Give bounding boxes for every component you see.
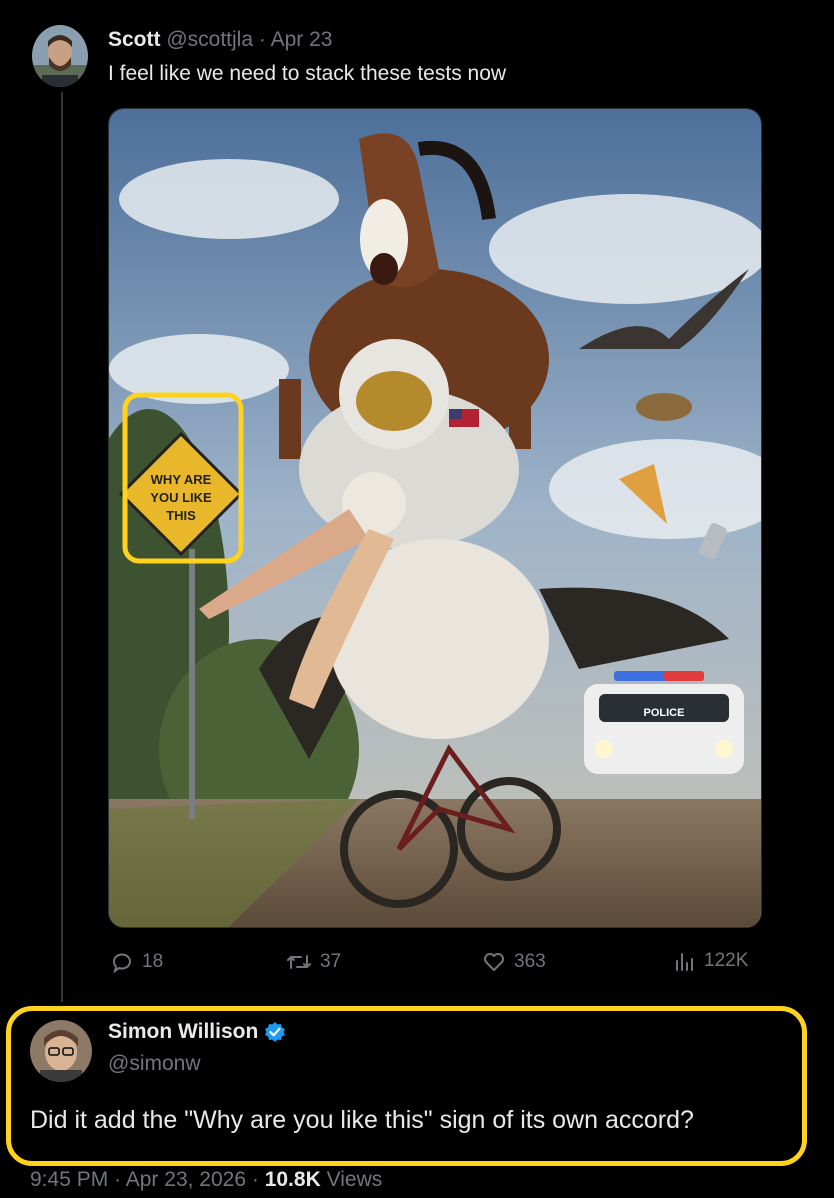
meta-separator: · (114, 1168, 122, 1191)
views-button[interactable]: 122K (674, 950, 748, 972)
separator: · (258, 28, 266, 51)
meta-separator-2: · (251, 1168, 259, 1191)
reply-author-handle[interactable]: @simonw (108, 1052, 201, 1076)
sign-line-2: YOU LIKE (150, 490, 212, 505)
reply-views-label: Views (326, 1168, 383, 1191)
like-button[interactable]: 363 (482, 950, 546, 974)
reply-icon (112, 953, 131, 974)
view-count: 122K (704, 950, 749, 971)
heart-icon (484, 953, 504, 971)
verified-badge-icon (265, 1022, 286, 1042)
author-handle[interactable]: @scottjla (166, 28, 253, 51)
reply-meta: 9:45 PM · Apr 23, 2026 · 10.8K Views (30, 1168, 382, 1192)
tweet-header: Scott @scottjla · Apr 23 (108, 28, 332, 52)
sign-line-3: THIS (166, 508, 196, 523)
reply-date[interactable]: Apr 23, 2026 (126, 1168, 246, 1191)
tweet-actions: 18 37 363 122K (108, 950, 760, 980)
reply-author-name[interactable]: Simon Willison (108, 1020, 258, 1044)
reply-button[interactable]: 18 (110, 950, 163, 974)
repost-count: 37 (320, 951, 342, 972)
police-car: POLICE (584, 671, 744, 774)
like-count: 363 (514, 951, 546, 972)
reply-count: 18 (142, 951, 164, 972)
hat (636, 393, 692, 421)
reply-text: Did it add the "Why are you like this" s… (30, 1106, 694, 1134)
simon-avatar[interactable] (30, 1020, 92, 1082)
tweet-text: I feel like we need to stack these tests… (108, 62, 507, 85)
scott-avatar[interactable] (32, 25, 88, 87)
reply-views-count: 10.8K (264, 1168, 321, 1191)
reply-author: Simon Willison (108, 1020, 286, 1044)
author-name[interactable]: Scott (108, 28, 161, 51)
repost-icon (287, 955, 311, 969)
sign-line-1: WHY ARE (151, 472, 212, 487)
thread-line (61, 92, 63, 1002)
tweet-image[interactable]: WHY ARE YOU LIKE THIS POLICE (108, 108, 762, 928)
tweet-date[interactable]: Apr 23 (271, 28, 333, 51)
repost-button[interactable]: 37 (286, 950, 341, 974)
analytics-icon (676, 953, 693, 971)
police-label: POLICE (644, 707, 685, 719)
reply-time[interactable]: 9:45 PM (30, 1168, 108, 1191)
